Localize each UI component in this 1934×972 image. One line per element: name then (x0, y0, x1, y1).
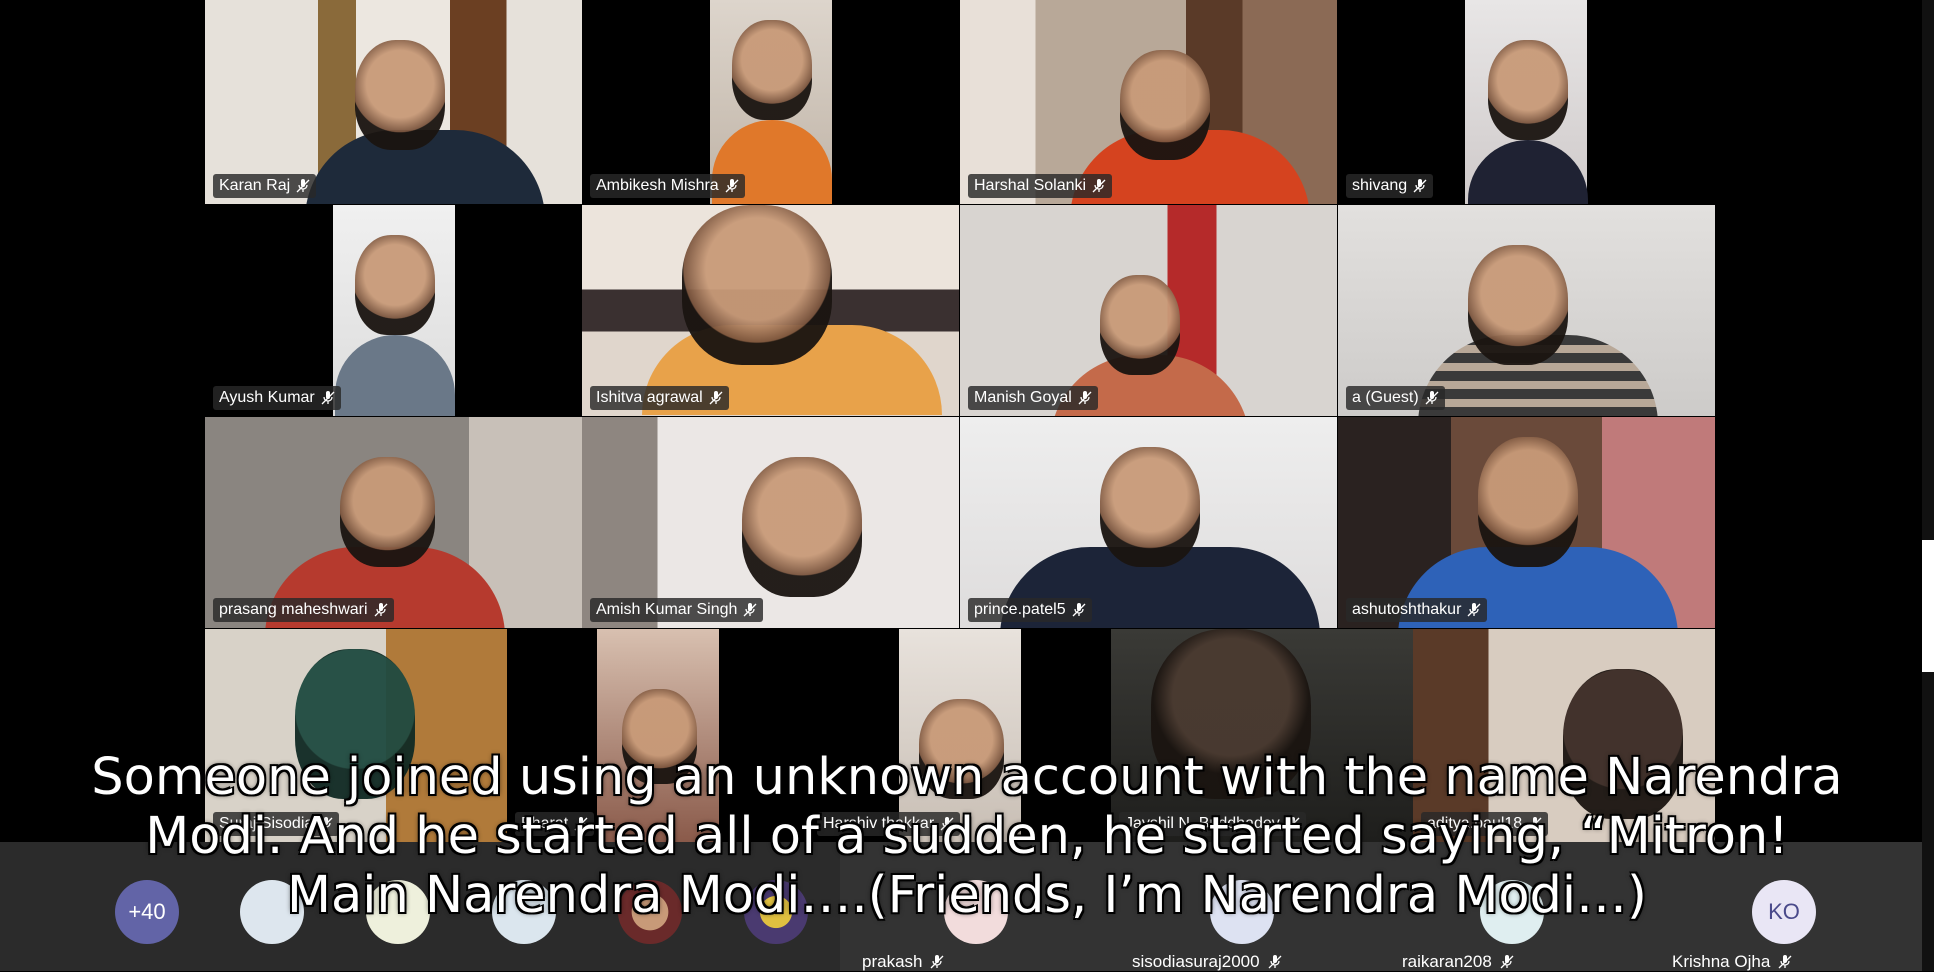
participant-name-tag: Ishitva agrawal (590, 386, 729, 410)
participant-avatar[interactable] (1210, 880, 1274, 944)
mic-muted-icon (321, 390, 335, 406)
participant-name-tag: Manish Goyal (968, 386, 1098, 410)
video-tile[interactable]: shivang (1338, 0, 1715, 204)
video-tile[interactable]: Bharat (507, 629, 809, 842)
participant-face (1478, 437, 1578, 567)
scrollbar-track[interactable] (1922, 0, 1934, 971)
meeting-stage: Karan Raj Ambikesh Mishra Harshal Solank… (0, 0, 1934, 971)
strip-participant-name: prakash (862, 952, 944, 972)
participant-name-tag: prince.patel5 (968, 598, 1092, 622)
participant-avatar[interactable] (944, 880, 1008, 944)
participant-strip: +40 KO prakash sisodiasuraj2000 raikaran… (0, 842, 1922, 971)
participant-name-tag: Bharat (515, 812, 595, 836)
mic-muted-icon (940, 816, 954, 832)
mic-muted-icon (725, 178, 739, 194)
participant-face (732, 20, 812, 120)
video-tile[interactable]: Jayshil N. Buddhadev (1111, 629, 1413, 842)
participant-name-tag: Karan Raj (213, 174, 317, 198)
strip-participant-name: Krishna Ojha (1672, 952, 1792, 972)
video-tile[interactable]: aditya.paul18 (1413, 629, 1715, 842)
participant-name-tag: aditya.paul18 (1421, 812, 1549, 836)
participant-avatar-ko[interactable]: KO (1752, 880, 1816, 944)
mic-muted-icon (1778, 954, 1792, 970)
participant-face (919, 699, 1004, 799)
participant-avatar[interactable] (1480, 880, 1544, 944)
participant-face (1563, 669, 1683, 819)
participant-face (1100, 447, 1200, 567)
participant-name-tag: Ambikesh Mishra (590, 174, 745, 198)
participant-face (1120, 50, 1210, 160)
participant-name-tag: a (Guest) (1346, 386, 1445, 410)
video-tile[interactable]: Ishitva agrawal (582, 205, 959, 416)
participant-face (682, 205, 832, 365)
mic-muted-icon (1425, 390, 1439, 406)
mic-muted-icon (709, 390, 723, 406)
mic-muted-icon (319, 816, 333, 832)
participant-face (742, 457, 862, 597)
video-tile[interactable]: Ayush Kumar (205, 205, 582, 416)
mic-muted-icon (1500, 954, 1514, 970)
mic-muted-icon (1467, 602, 1481, 618)
mic-muted-icon (1072, 602, 1086, 618)
participant-avatar[interactable] (744, 880, 808, 944)
participant-avatar[interactable] (492, 880, 556, 944)
participant-avatar[interactable] (366, 880, 430, 944)
participant-face (1100, 275, 1180, 375)
video-tile[interactable]: Karan Raj (205, 0, 582, 204)
video-tile[interactable]: ashutoshthakur (1338, 417, 1715, 628)
participant-name-tag: Ayush Kumar (213, 386, 341, 410)
mic-muted-icon (374, 602, 388, 618)
participant-face (340, 457, 435, 567)
strip-participant-name: sisodiasuraj2000 (1132, 952, 1282, 972)
mic-muted-icon (296, 178, 310, 194)
mic-muted-icon (1528, 816, 1542, 832)
mic-muted-icon (1286, 816, 1300, 832)
participant-face (622, 689, 697, 784)
participant-face (355, 40, 445, 150)
video-tile[interactable]: Harshal Solanki (960, 0, 1337, 204)
scrollbar-thumb[interactable] (1922, 540, 1934, 672)
video-tile[interactable]: Amish Kumar Singh (582, 417, 959, 628)
mic-muted-icon (930, 954, 944, 970)
mic-muted-icon (1413, 178, 1427, 194)
participant-face (1488, 40, 1568, 140)
strip-participant-name: raikaran208 (1402, 952, 1514, 972)
participant-name-tag: shivang (1346, 174, 1434, 198)
participant-name-tag: Jayshil N. Buddhadev (1119, 812, 1306, 836)
participant-avatar[interactable] (618, 880, 682, 944)
participant-name-tag: Amish Kumar Singh (590, 598, 764, 622)
participant-face (1468, 245, 1568, 365)
participant-name-tag: Harshiv thakkar (817, 812, 961, 836)
video-tile[interactable]: a (Guest) (1338, 205, 1715, 416)
mic-muted-icon (1268, 954, 1282, 970)
participant-name-tag: Harshal Solanki (968, 174, 1113, 198)
mic-muted-icon (743, 602, 757, 618)
participant-face (295, 649, 415, 799)
participant-name-tag: ashutoshthakur (1346, 598, 1488, 622)
participant-face (1151, 629, 1311, 799)
video-tile[interactable]: prince.patel5 (960, 417, 1337, 628)
mic-muted-icon (1092, 178, 1106, 194)
video-tile[interactable]: prasang maheshwari (205, 417, 582, 628)
video-tile[interactable]: Suraj Sisodia (205, 629, 507, 842)
overflow-count-avatar[interactable]: +40 (115, 880, 179, 944)
mic-muted-icon (1078, 390, 1092, 406)
participant-face (355, 235, 435, 335)
participant-name-tag: prasang maheshwari (213, 598, 394, 622)
video-tile[interactable]: Harshiv thakkar (809, 629, 1111, 842)
video-tile[interactable]: Manish Goyal (960, 205, 1337, 416)
participant-name-tag: Suraj Sisodia (213, 812, 340, 836)
video-tile[interactable]: Ambikesh Mishra (582, 0, 959, 204)
mic-muted-icon (574, 816, 588, 832)
participant-avatar[interactable] (240, 880, 304, 944)
